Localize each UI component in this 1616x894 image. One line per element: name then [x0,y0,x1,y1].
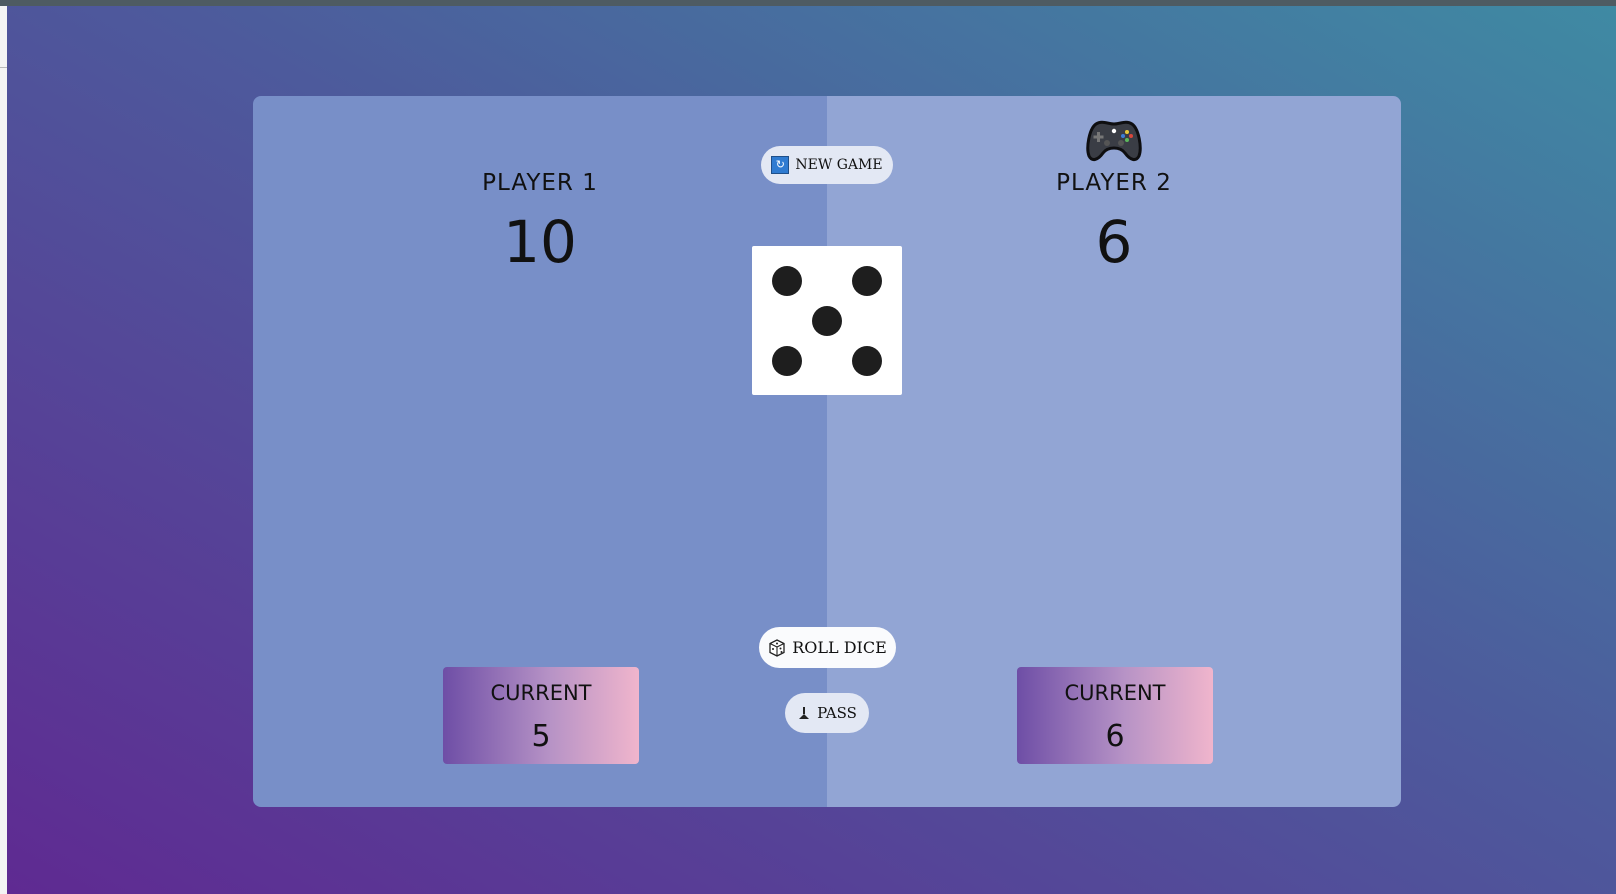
pass-label: PASS [817,704,857,722]
player-2-name: PLAYER 2 [1056,170,1172,196]
player-1-score: 10 [503,208,577,276]
player-1-panel: PLAYER 1 10 CURRENT 5 [253,96,827,807]
edge-divider [0,67,7,68]
dice-pip [812,306,842,336]
pass-icon [799,707,810,719]
player-1-current-label: CURRENT [490,681,592,705]
player-2-current-value: 6 [1105,719,1125,754]
game-controller-icon [1086,120,1142,162]
dice-icon [769,638,785,657]
player-1-current-value: 5 [531,719,551,754]
new-game-label: NEW GAME [795,157,883,173]
dice-pip [852,266,882,296]
new-game-button[interactable]: ↻ NEW GAME [761,146,893,184]
player-1-name: PLAYER 1 [482,170,598,196]
player-2-current-label: CURRENT [1064,681,1166,705]
player-2-current-box: CURRENT 6 [1017,667,1213,764]
left-edge-strip [0,6,7,894]
player-2-panel: PLAYER 2 6 CURRENT 6 [827,96,1401,807]
roll-dice-label: ROLL DICE [792,638,887,657]
player-1-current-box: CURRENT 5 [443,667,639,764]
refresh-icon: ↻ [771,156,790,174]
dice-pip [772,346,802,376]
dice [752,246,902,395]
roll-dice-button[interactable]: ROLL DICE [759,627,896,668]
dice-pip [852,346,882,376]
player-2-score: 6 [1095,208,1133,276]
dice-pip [772,266,802,296]
pass-button[interactable]: PASS [785,693,869,733]
